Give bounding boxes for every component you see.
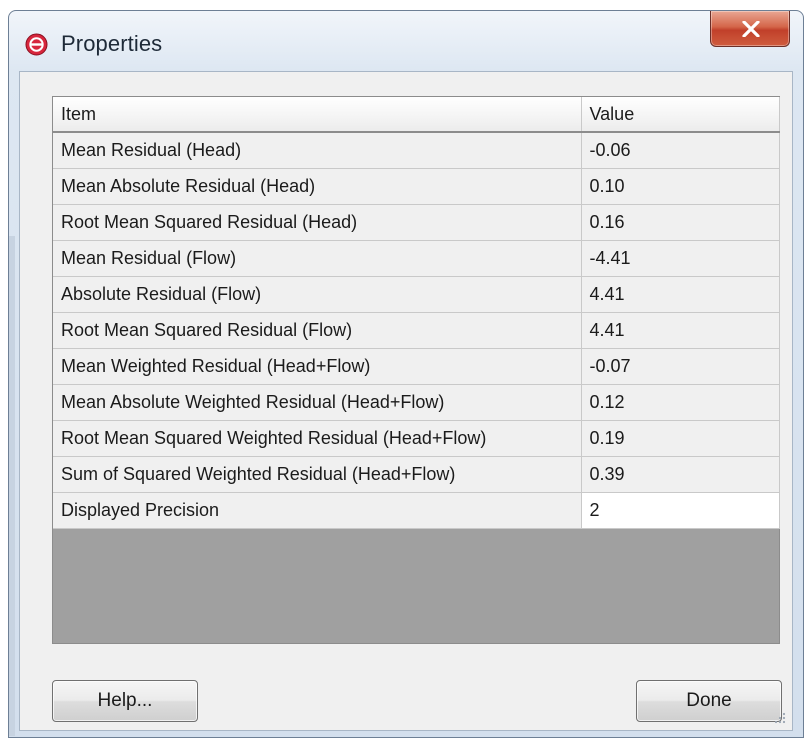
table-row[interactable]: Root Mean Squared Residual (Flow) 4.41 — [53, 312, 780, 349]
item-cell: Absolute Residual (Flow) — [53, 276, 582, 313]
precision-label: Displayed Precision — [53, 492, 582, 529]
item-cell: Sum of Squared Weighted Residual (Head+F… — [53, 456, 582, 493]
help-button[interactable]: Help... — [52, 680, 198, 722]
table-row[interactable]: Mean Residual (Head) -0.06 — [53, 132, 780, 169]
value-cell: 0.19 — [581, 420, 780, 457]
table-row[interactable]: Mean Absolute Weighted Residual (Head+Fl… — [53, 384, 780, 421]
properties-grid: Item Value Mean Residual (Head) -0.06 Me… — [52, 96, 780, 644]
value-cell: 0.39 — [581, 456, 780, 493]
window-title: Properties — [61, 31, 163, 56]
value-cell: -0.06 — [581, 132, 780, 169]
table-row[interactable]: Mean Residual (Flow) -4.41 — [53, 240, 780, 277]
item-cell: Mean Absolute Weighted Residual (Head+Fl… — [53, 384, 582, 421]
title-bar[interactable]: Properties — [9, 11, 803, 69]
table-row[interactable]: Mean Weighted Residual (Head+Flow) -0.07 — [53, 348, 780, 385]
value-cell: -4.41 — [581, 240, 780, 277]
value-cell: 0.10 — [581, 168, 780, 205]
close-button[interactable] — [710, 11, 790, 47]
item-cell: Root Mean Squared Weighted Residual (Hea… — [53, 420, 582, 457]
properties-window: Properties Item Value Mean Residual (Hea… — [8, 10, 804, 738]
item-cell: Root Mean Squared Residual (Head) — [53, 204, 582, 241]
table-row[interactable]: Mean Absolute Residual (Head) 0.10 — [53, 168, 780, 205]
value-cell: 0.16 — [581, 204, 780, 241]
item-cell: Mean Absolute Residual (Head) — [53, 168, 582, 205]
value-cell: 4.41 — [581, 276, 780, 313]
column-header-item[interactable]: Item — [53, 97, 582, 133]
item-cell: Root Mean Squared Residual (Flow) — [53, 312, 582, 349]
table-row[interactable]: Root Mean Squared Weighted Residual (Hea… — [53, 420, 780, 457]
done-button[interactable]: Done — [636, 680, 782, 722]
header-row: Item Value — [53, 97, 780, 133]
value-cell: -0.07 — [581, 348, 780, 385]
window-edge-strip — [9, 236, 15, 736]
precision-row[interactable]: Displayed Precision 2 — [53, 492, 780, 529]
table-row[interactable]: Absolute Residual (Flow) 4.41 — [53, 276, 780, 313]
column-header-value[interactable]: Value — [581, 97, 780, 133]
table-row[interactable]: Root Mean Squared Residual (Head) 0.16 — [53, 204, 780, 241]
value-cell: 0.12 — [581, 384, 780, 421]
resize-grip-icon[interactable] — [772, 710, 786, 724]
value-cell: 4.41 — [581, 312, 780, 349]
item-cell: Mean Weighted Residual (Head+Flow) — [53, 348, 582, 385]
table-row[interactable]: Sum of Squared Weighted Residual (Head+F… — [53, 456, 780, 493]
item-cell: Mean Residual (Head) — [53, 132, 582, 169]
precision-input[interactable]: 2 — [581, 492, 780, 529]
dialog-body: Item Value Mean Residual (Head) -0.06 Me… — [19, 71, 793, 731]
close-icon — [742, 21, 760, 37]
item-cell: Mean Residual (Flow) — [53, 240, 582, 277]
properties-table: Item Value Mean Residual (Head) -0.06 Me… — [53, 97, 780, 529]
app-icon — [25, 33, 48, 56]
